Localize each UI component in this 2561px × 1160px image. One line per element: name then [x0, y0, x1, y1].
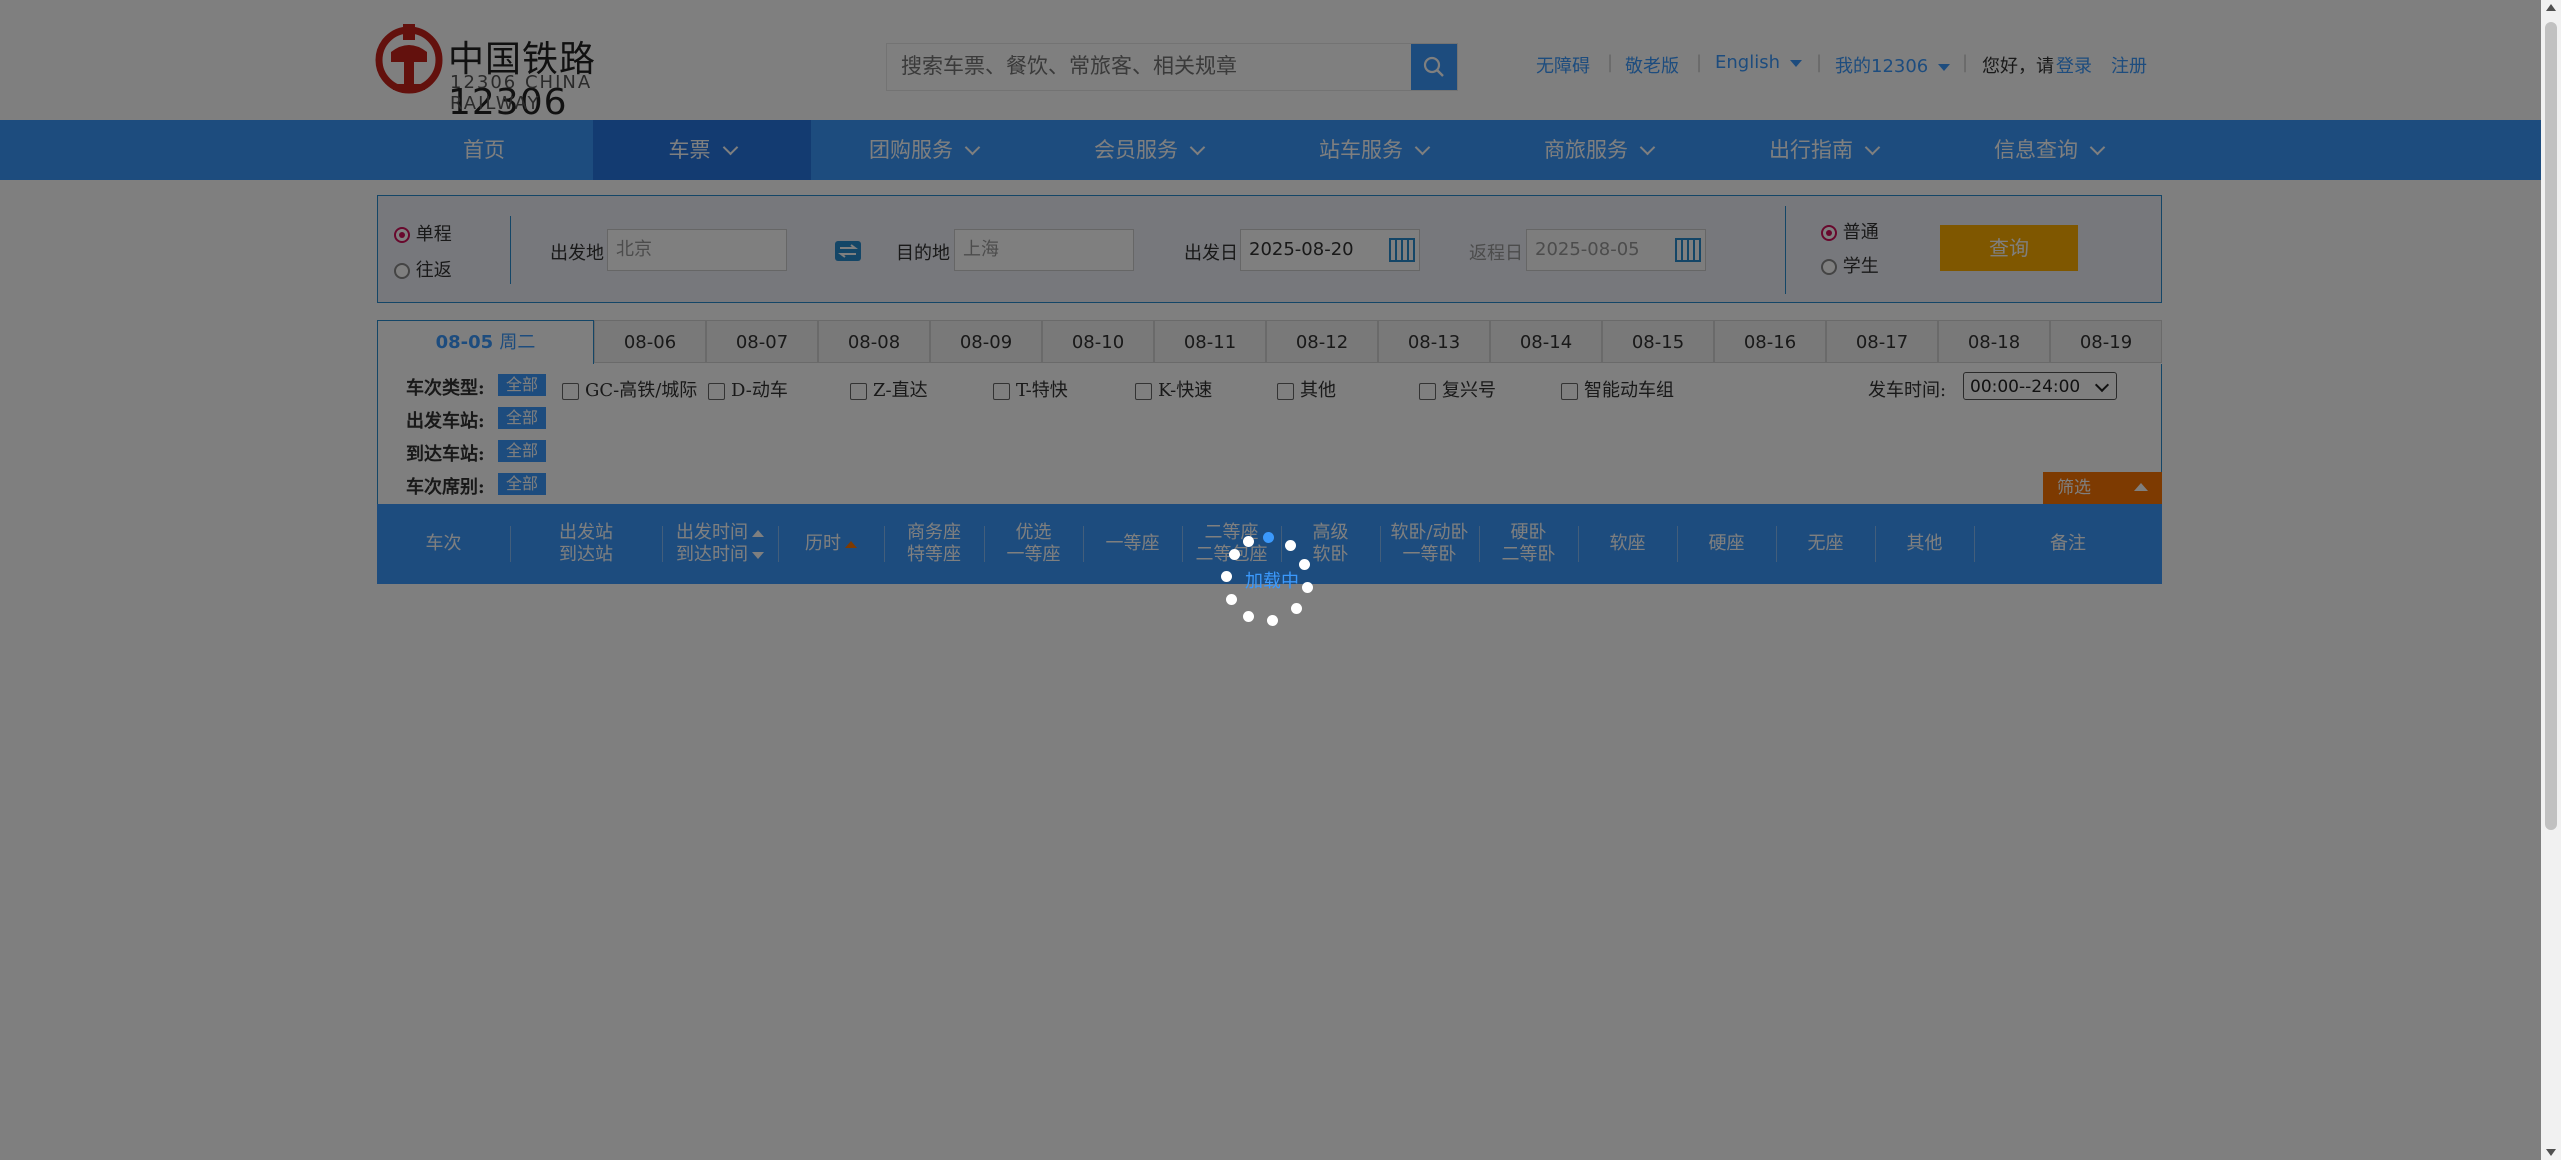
spinner-dot	[1267, 615, 1278, 626]
spinner-dot	[1226, 594, 1237, 605]
scroll-up-icon[interactable]	[2546, 4, 2556, 11]
spinner-dot	[1221, 571, 1232, 582]
spinner-dot	[1299, 559, 1310, 570]
page-scrollbar[interactable]	[2541, 0, 2561, 1160]
loading-text: 加载中	[1245, 571, 1299, 592]
spinner-dot	[1243, 536, 1254, 547]
spinner-dot	[1263, 532, 1274, 543]
spinner-dot	[1291, 603, 1302, 614]
spinner-dot	[1285, 540, 1296, 551]
loading-overlay: 加载中	[0, 0, 2561, 1160]
spinner-dot	[1243, 611, 1254, 622]
scroll-down-icon[interactable]	[2546, 1149, 2556, 1156]
spinner-dot	[1302, 582, 1313, 593]
spinner-dot	[1229, 549, 1240, 560]
scrollbar-thumb[interactable]	[2545, 22, 2557, 830]
loading-spinner: 加载中	[1219, 528, 1319, 628]
